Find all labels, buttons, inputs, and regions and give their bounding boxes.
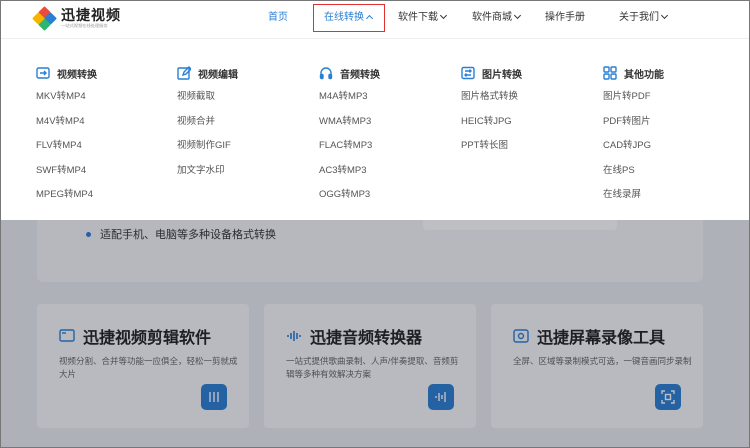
column-title: 音频转换 xyxy=(340,69,380,81)
nav-software-download[interactable]: 软件下载 xyxy=(398,10,448,26)
dropdown-link[interactable]: FLV转MP4 xyxy=(36,139,97,164)
chevron-down-icon xyxy=(439,11,448,20)
dropdown-link[interactable]: M4V转MP4 xyxy=(36,115,97,140)
nav-online-convert-label: 在线转换 xyxy=(324,12,364,23)
nav-software-store[interactable]: 软件商城 xyxy=(472,10,522,26)
dropdown-link[interactable]: 视频截取 xyxy=(177,90,238,115)
nav-software-download-label: 软件下载 xyxy=(398,12,438,23)
nav-online-convert[interactable]: 在线转换 xyxy=(324,10,374,26)
nav-about[interactable]: 关于我们 xyxy=(619,10,669,26)
dropdown-column-image-convert: 图片转换 图片格式转换 HEIC转JPG PPT转长图 xyxy=(461,65,522,164)
dropdown-column-video-edit: 视频编辑 视频截取 视频合并 视频制作GIF 加文字水印 xyxy=(177,65,238,188)
dropdown-link[interactable]: 图片格式转换 xyxy=(461,90,522,115)
dropdown-link[interactable]: FLAC转MP3 xyxy=(319,139,380,164)
dropdown-link[interactable]: 图片转PDF xyxy=(603,90,664,115)
dropdown-link[interactable]: PPT转长图 xyxy=(461,139,522,164)
dropdown-link[interactable]: 加文字水印 xyxy=(177,164,238,189)
logo-slogan: 一站式视频在线处理服务 xyxy=(61,23,108,29)
chevron-up-icon xyxy=(365,14,374,23)
dropdown-link[interactable]: MKV转MP4 xyxy=(36,90,97,115)
nav-software-store-label: 软件商城 xyxy=(472,12,512,23)
logo-name: 迅捷视频 xyxy=(61,7,121,23)
dropdown-column-audio-convert: 音频转换 M4A转MP3 WMA转MP3 FLAC转MP3 AC3转MP3 OG… xyxy=(319,65,380,213)
dropdown-link[interactable]: OGG转MP3 xyxy=(319,188,380,213)
dropdown-link[interactable]: 在线录屏 xyxy=(603,188,664,213)
site-logo[interactable]: 迅捷视频 一站式视频在线处理服务 xyxy=(32,6,121,31)
dropdown-link[interactable]: AC3转MP3 xyxy=(319,164,380,189)
nav-home-label: 首页 xyxy=(268,12,288,23)
dropdown-link[interactable]: SWF转MP4 xyxy=(36,164,97,189)
dropdown-column-other: 其他功能 图片转PDF PDF转图片 CAD转JPG 在线PS 在线录屏 xyxy=(603,65,664,213)
dropdown-backdrop[interactable] xyxy=(0,220,750,448)
dropdown-link[interactable]: 视频合并 xyxy=(177,115,238,140)
nav-home[interactable]: 首页 xyxy=(268,10,288,26)
site-header: 迅捷视频 一站式视频在线处理服务 首页 在线转换 软件下载 软件商城 操作手册 … xyxy=(0,0,750,38)
headphones-icon xyxy=(319,66,333,80)
column-title: 其他功能 xyxy=(624,69,664,81)
dropdown-link[interactable]: PDF转图片 xyxy=(603,115,664,140)
grid-icon xyxy=(603,66,617,80)
logo-mark-icon xyxy=(32,6,57,31)
dropdown-link[interactable]: MPEG转MP4 xyxy=(36,188,97,213)
dropdown-link[interactable]: 视频制作GIF xyxy=(177,139,238,164)
column-title: 图片转换 xyxy=(482,69,522,81)
edit-icon xyxy=(177,66,191,80)
dropdown-link[interactable]: M4A转MP3 xyxy=(319,90,380,115)
chevron-down-icon xyxy=(660,11,669,20)
dropdown-link[interactable]: CAD转JPG xyxy=(603,139,664,164)
nav-manual-label: 操作手册 xyxy=(545,12,585,23)
dropdown-column-video-convert: 视频转换 MKV转MP4 M4V转MP4 FLV转MP4 SWF转MP4 MPE… xyxy=(36,65,97,213)
dropdown-link[interactable]: WMA转MP3 xyxy=(319,115,380,140)
dropdown-link[interactable]: HEIC转JPG xyxy=(461,115,522,140)
column-title: 视频转换 xyxy=(57,69,97,81)
chevron-down-icon xyxy=(513,11,522,20)
video-convert-icon xyxy=(36,66,50,80)
image-convert-icon xyxy=(461,66,475,80)
nav-about-label: 关于我们 xyxy=(619,12,659,23)
dropdown-link[interactable]: 在线PS xyxy=(603,164,664,189)
online-convert-dropdown: 视频转换 MKV转MP4 M4V转MP4 FLV转MP4 SWF转MP4 MPE… xyxy=(0,38,750,220)
column-title: 视频编辑 xyxy=(198,69,238,81)
nav-manual[interactable]: 操作手册 xyxy=(545,10,585,26)
